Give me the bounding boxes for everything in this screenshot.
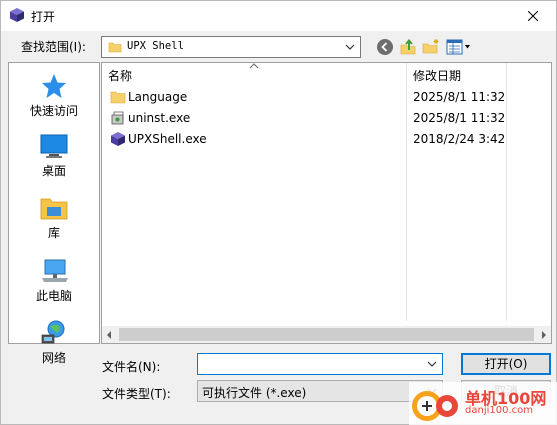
view-menu-button[interactable]: [445, 37, 473, 57]
open-button[interactable]: 打开(O): [461, 353, 551, 375]
file-name: Language: [128, 90, 188, 104]
back-button[interactable]: [375, 37, 395, 57]
file-row-upxshell[interactable]: UPXShell.exe 2018/2/24 3:42: [102, 129, 551, 150]
folder-icon: [108, 42, 122, 53]
new-folder-button[interactable]: [421, 37, 441, 57]
sort-ascending-icon: [249, 63, 259, 69]
chevron-down-icon: [345, 44, 355, 50]
file-name: uninst.exe: [128, 111, 191, 125]
file-date: 2025/8/1 11:32: [413, 111, 506, 125]
horizontal-scrollbar[interactable]: [102, 326, 551, 343]
upx-app-icon: [10, 8, 24, 22]
place-desktop[interactable]: 桌面: [9, 127, 99, 183]
place-label: 桌面: [41, 164, 66, 178]
filetype-value: 可执行文件 (*.exe): [202, 386, 307, 400]
column-date-header[interactable]: 修改日期: [413, 67, 461, 84]
lookin-value: UPX Shell: [127, 40, 184, 52]
open-file-dialog: 打开 查找范围(I): UPX Shell 快速访问 桌面 库 此电脑 网络 名…: [0, 0, 557, 425]
scroll-left-icon[interactable]: [106, 331, 112, 339]
place-quick-access[interactable]: 快速访问: [9, 67, 99, 123]
file-date: 2018/2/24 3:42: [413, 132, 506, 146]
file-row-language[interactable]: Language 2025/8/1 11:32: [102, 87, 551, 108]
filename-label: 文件名(N):: [102, 360, 161, 374]
file-list[interactable]: 名称 修改日期 Language 2025/8/1 11:32 uninst.e…: [101, 62, 552, 344]
close-icon: [528, 11, 538, 21]
folder-icon: [110, 91, 126, 104]
filename-combobox[interactable]: [197, 353, 443, 375]
up-folder-icon: [400, 38, 416, 55]
up-folder-button[interactable]: [398, 37, 418, 57]
lookin-combobox[interactable]: UPX Shell: [101, 36, 361, 58]
computer-icon: [42, 259, 68, 282]
scroll-right-icon[interactable]: [541, 331, 547, 339]
file-name: UPXShell.exe: [128, 132, 207, 146]
place-this-pc[interactable]: 此电脑: [9, 252, 99, 308]
filetype-label: 文件类型(T):: [102, 387, 171, 401]
uninstaller-icon: [111, 111, 124, 125]
view-details-icon: [446, 39, 470, 55]
library-folder-icon: [40, 198, 68, 220]
watermark-url: danji100.com: [465, 405, 533, 416]
scrollbar-thumb[interactable]: [119, 328, 534, 341]
close-button[interactable]: [510, 1, 556, 31]
place-network[interactable]: 网络: [9, 314, 99, 370]
network-icon: [41, 320, 65, 344]
place-label: 库: [47, 226, 60, 240]
file-date: 2025/8/1 11:32: [413, 90, 506, 104]
upx-app-icon: [111, 132, 125, 146]
star-icon: [42, 74, 66, 98]
window-title: 打开: [31, 10, 56, 24]
filetype-select[interactable]: 可执行文件 (*.exe): [197, 380, 443, 402]
file-row-uninst[interactable]: uninst.exe 2025/8/1 11:32: [102, 108, 551, 129]
column-name-header[interactable]: 名称: [108, 67, 132, 84]
back-arrow-icon: [377, 39, 393, 55]
places-bar: 快速访问 桌面 库 此电脑 网络: [8, 62, 100, 365]
place-label: 此电脑: [35, 289, 72, 303]
place-label: 快速访问: [29, 104, 78, 118]
place-library[interactable]: 库: [9, 189, 99, 245]
lookin-label: 查找范围(I):: [21, 40, 86, 54]
chevron-down-icon[interactable]: [426, 358, 438, 370]
filename-input[interactable]: [200, 356, 420, 372]
place-label: 网络: [41, 351, 66, 365]
column-header: 名称 修改日期: [102, 63, 551, 85]
new-folder-icon: [422, 39, 439, 54]
desktop-icon: [40, 134, 68, 158]
title-bar: 打开: [1, 1, 556, 31]
